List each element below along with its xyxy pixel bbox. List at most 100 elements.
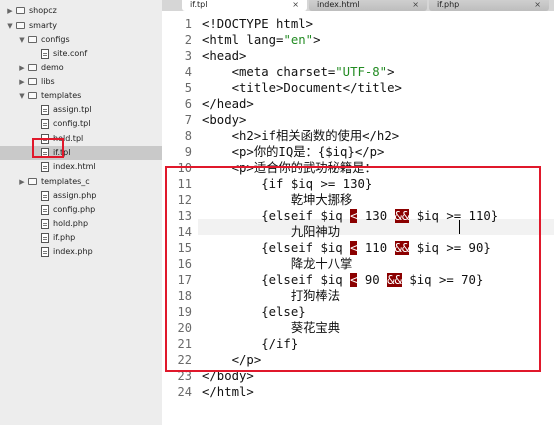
line-number: 23 (177, 369, 192, 383)
line-number: 22 (177, 353, 192, 367)
sidebar-folder[interactable]: ▶ shopcz (0, 4, 162, 18)
sidebar-file[interactable]: hold.tpl (0, 132, 162, 146)
sidebar-file[interactable]: site.conf (0, 47, 162, 61)
highlighted-token: && (387, 273, 402, 287)
collapsed-arrow-icon[interactable]: ▶ (18, 61, 26, 75)
sidebar-folder[interactable]: ▶ demo (0, 61, 162, 75)
sidebar-file[interactable]: hold.php (0, 217, 162, 231)
sidebar-file[interactable]: config.tpl (0, 117, 162, 131)
line-number: 21 (177, 337, 192, 351)
collapsed-arrow-icon[interactable]: ▶ (18, 175, 26, 189)
close-icon[interactable]: × (412, 0, 419, 9)
code-line[interactable]: {elseif $iq < 90 && $iq >= 70} (202, 272, 483, 288)
close-icon[interactable]: × (534, 0, 541, 9)
sidebar-file[interactable]: assign.tpl (0, 103, 162, 117)
collapsed-arrow-icon[interactable]: ▶ (18, 75, 26, 89)
sidebar-folder[interactable]: ▶ libs (0, 75, 162, 89)
sidebar-folder[interactable]: ▼ templates (0, 89, 162, 103)
sidebar-file[interactable]: index.html (0, 160, 162, 174)
sidebar-file[interactable]: index.php (0, 245, 162, 259)
code-line[interactable]: </html> (202, 384, 254, 400)
file-icon (41, 191, 49, 201)
sidebar-file[interactable]: if.tpl (0, 146, 162, 160)
sidebar-item-label: index.php (53, 247, 93, 256)
code-line[interactable]: <!DOCTYPE html> (202, 16, 313, 32)
sidebar-item-label: assign.php (53, 191, 97, 200)
folder-icon (28, 178, 37, 185)
line-number: 6 (184, 97, 192, 111)
expanded-arrow-icon[interactable]: ▼ (18, 33, 26, 47)
code-token: $iq >= 110} (409, 209, 499, 223)
sidebar-item-label: hold.tpl (53, 134, 84, 143)
code-line[interactable]: <head> (202, 48, 246, 64)
tab-if-php[interactable]: if.php × (429, 0, 549, 11)
line-number: 17 (177, 273, 192, 287)
code-line[interactable]: </head> (202, 96, 254, 112)
code-line[interactable]: <p>你的IQ是：{$iq}</p> (202, 144, 385, 160)
code-line[interactable]: 降龙十八掌 (202, 256, 353, 272)
file-icon (41, 205, 49, 215)
code-line[interactable]: {else} (202, 304, 305, 320)
code-line[interactable]: <h2>if相关函数的使用</h2> (202, 128, 400, 144)
line-number: 15 (177, 241, 192, 255)
code-line[interactable]: <title>Document</title> (202, 80, 402, 96)
code-token: 90 (357, 273, 388, 287)
code-line[interactable]: </p> (202, 352, 262, 368)
code-token: {if $iq >= 130} (202, 177, 373, 191)
sidebar-folder[interactable]: ▼ smarty (0, 19, 162, 33)
line-number: 2 (184, 33, 192, 47)
tab-index-html[interactable]: index.html × (309, 0, 427, 11)
code-token: <h2>if相关函数的使用</h2> (202, 129, 400, 143)
code-line[interactable]: {if $iq >= 130} (202, 176, 372, 192)
code-line[interactable]: <html lang="en"> (202, 32, 320, 48)
code-token: <p>你的IQ是：{$iq}</p> (202, 145, 385, 159)
code-token: <body> (202, 113, 247, 127)
code-editor[interactable]: 1 2 3 4 5 6 7 8 9 10 11 12 13 14 15 16 17 18 19 20 21 22 23 24 … (162, 11, 554, 425)
code-token: </p> (202, 353, 262, 367)
code-line[interactable]: </body> (202, 368, 254, 384)
code-token: $iq >= 90} (409, 241, 491, 255)
code-token: 110 (357, 241, 395, 255)
sidebar-item-label: configs (41, 35, 70, 44)
code-line[interactable]: {/if} (202, 336, 298, 352)
code-line[interactable]: {elseif $iq < 110 && $iq >= 90} (202, 240, 491, 256)
sidebar-file[interactable]: config.php (0, 203, 162, 217)
code-token: </html> (202, 385, 254, 399)
sidebar-item-label: hold.php (53, 219, 89, 228)
code-line[interactable]: 乾坤大挪移 (202, 192, 353, 208)
code-line[interactable]: <p>适合你的武功秘籍是： (202, 160, 377, 176)
line-number: 13 (177, 209, 192, 223)
line-number: 20 (177, 321, 192, 335)
code-line[interactable]: {elseif $iq < 130 && $iq >= 110} (202, 208, 498, 224)
code-line[interactable]: 九阳神功 (202, 224, 340, 240)
sidebar-file[interactable]: if.php (0, 231, 162, 245)
line-number: 8 (184, 129, 192, 143)
line-number: 4 (184, 65, 192, 79)
sidebar-item-label: shopcz (29, 6, 57, 15)
sidebar-item-label: config.php (53, 205, 96, 214)
line-number: 3 (184, 49, 192, 63)
collapsed-arrow-icon[interactable]: ▶ (6, 4, 14, 18)
code-line[interactable]: 葵花宝典 (202, 320, 340, 336)
sidebar-item-label: demo (41, 63, 64, 72)
code-line[interactable]: <body> (202, 112, 246, 128)
code-token: </head> (202, 97, 254, 111)
file-icon (41, 219, 49, 229)
sidebar-folder[interactable]: ▼ configs (0, 33, 162, 47)
tab-if-tpl[interactable]: if.tpl × (182, 0, 307, 11)
code-line[interactable]: 打狗棒法 (202, 288, 340, 304)
sidebar-item-label: smarty (29, 21, 58, 30)
code-line[interactable]: <meta charset="UTF-8"> (202, 64, 395, 80)
expanded-arrow-icon[interactable]: ▼ (6, 19, 14, 33)
folder-icon (16, 7, 25, 14)
close-icon[interactable]: × (292, 0, 299, 9)
sidebar-folder[interactable]: ▶ templates_c (0, 175, 162, 189)
sidebar-file[interactable]: assign.php (0, 189, 162, 203)
file-sidebar: ▶ shopcz ▼ smarty ▼ configs site.conf ▶ demo ▶ lib… (0, 0, 162, 425)
code-token: 九阳神功 (202, 225, 341, 239)
expanded-arrow-icon[interactable]: ▼ (18, 89, 26, 103)
file-icon (41, 134, 49, 144)
line-number: 1 (184, 17, 192, 31)
line-number: 9 (184, 145, 192, 159)
file-icon (41, 148, 49, 158)
